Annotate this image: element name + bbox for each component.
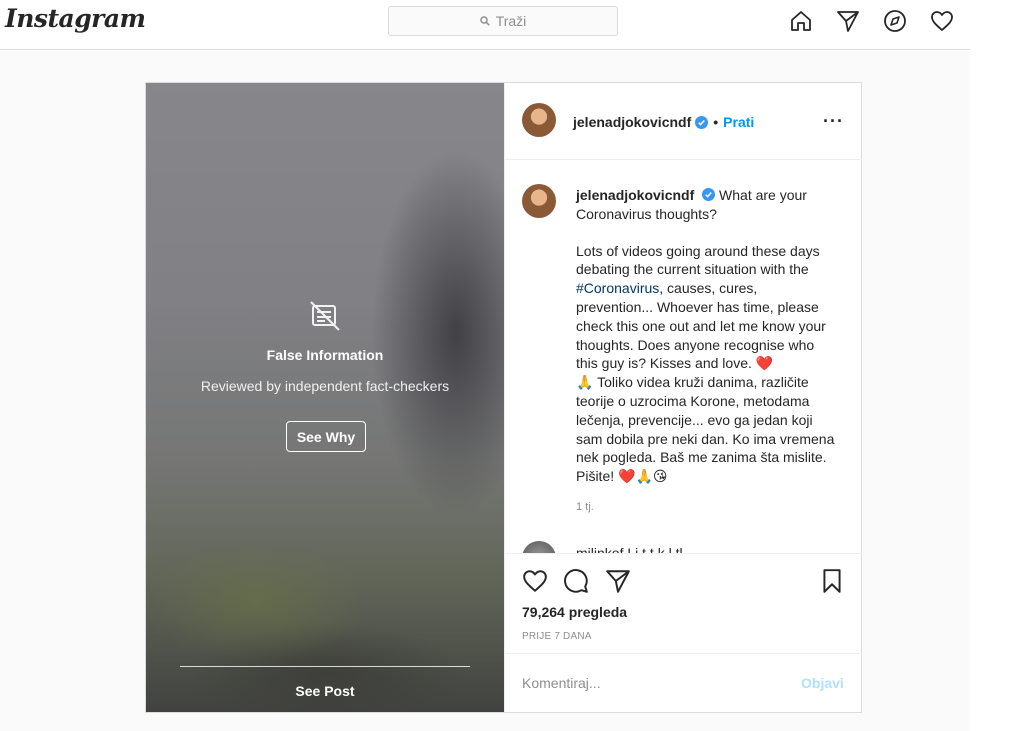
caption-paragraph-sr: 🙏 Toliko videa kruži danima, različite t…	[576, 374, 835, 485]
page-background: False Information Reviewed by independen…	[0, 51, 970, 731]
comment-icon[interactable]	[563, 568, 589, 594]
post-media[interactable]: False Information Reviewed by independen…	[146, 83, 504, 712]
comment-input[interactable]	[522, 672, 782, 694]
verified-badge-icon	[695, 115, 709, 129]
overlay-divider	[180, 666, 470, 667]
author-username[interactable]: jelenadjokovicndf	[573, 114, 691, 130]
add-comment-bar: Objavi	[505, 653, 862, 712]
blur-overlay	[146, 83, 504, 712]
post-card: False Information Reviewed by independen…	[145, 82, 862, 713]
search-box[interactable]: Traži	[388, 6, 618, 36]
false-info-title: False Information	[266, 347, 384, 363]
search-icon	[479, 16, 490, 26]
more-options-icon[interactable]: ···	[823, 111, 844, 132]
top-nav-bar: Instagram Traži	[0, 0, 970, 50]
caption-paragraph-en: Lots of videos going around these days d…	[576, 242, 836, 374]
caption-timestamp: 1 tj.	[576, 501, 594, 513]
activity-heart-icon[interactable]	[929, 8, 955, 34]
caption-username[interactable]: jelenadjokovicndf	[576, 187, 694, 203]
like-heart-icon[interactable]	[522, 568, 548, 594]
comment-text: milinkof Li t t k l tl	[576, 545, 683, 553]
post-actions: 79,264 pregleda PRIJE 7 DANA	[505, 553, 862, 653]
see-why-button[interactable]: See Why	[286, 421, 366, 452]
post-header: jelenadjokovicndf • Prati ···	[505, 83, 862, 160]
view-count[interactable]: 79,264 pregleda	[522, 604, 627, 620]
false-info-icon	[310, 301, 340, 331]
instagram-logo[interactable]: Instagram	[5, 4, 146, 33]
post-caption: jelenadjokovicndf What are your Coronavi…	[576, 186, 836, 486]
share-icon[interactable]	[605, 568, 631, 594]
home-icon[interactable]	[788, 8, 814, 34]
coronavirus-hashtag-link[interactable]: #Coronavirus	[576, 280, 659, 296]
follow-button[interactable]: Prati	[723, 114, 754, 130]
verified-badge-icon	[702, 188, 716, 201]
comment-item: milinkof Li t t k l tl	[522, 541, 842, 553]
commenter-avatar[interactable]	[522, 541, 556, 553]
post-sidebar: jelenadjokovicndf • Prati ··· jelenadjok…	[504, 83, 862, 712]
comments-section: jelenadjokovicndf What are your Coronavi…	[505, 161, 862, 553]
search-placeholder: Traži	[495, 13, 527, 29]
save-bookmark-icon[interactable]	[819, 568, 845, 594]
explore-icon[interactable]	[882, 8, 908, 34]
post-comment-button[interactable]: Objavi	[801, 675, 844, 691]
separator-dot: •	[713, 114, 719, 130]
post-date: PRIJE 7 DANA	[522, 631, 592, 642]
author-avatar[interactable]	[522, 103, 556, 137]
caption-text: Lots of videos going around these days d…	[576, 242, 820, 278]
see-post-button[interactable]: See Post	[146, 683, 504, 699]
direct-icon[interactable]	[835, 8, 861, 34]
false-info-subtitle: Reviewed by independent fact-checkers	[200, 378, 450, 394]
caption-avatar[interactable]	[522, 184, 556, 218]
